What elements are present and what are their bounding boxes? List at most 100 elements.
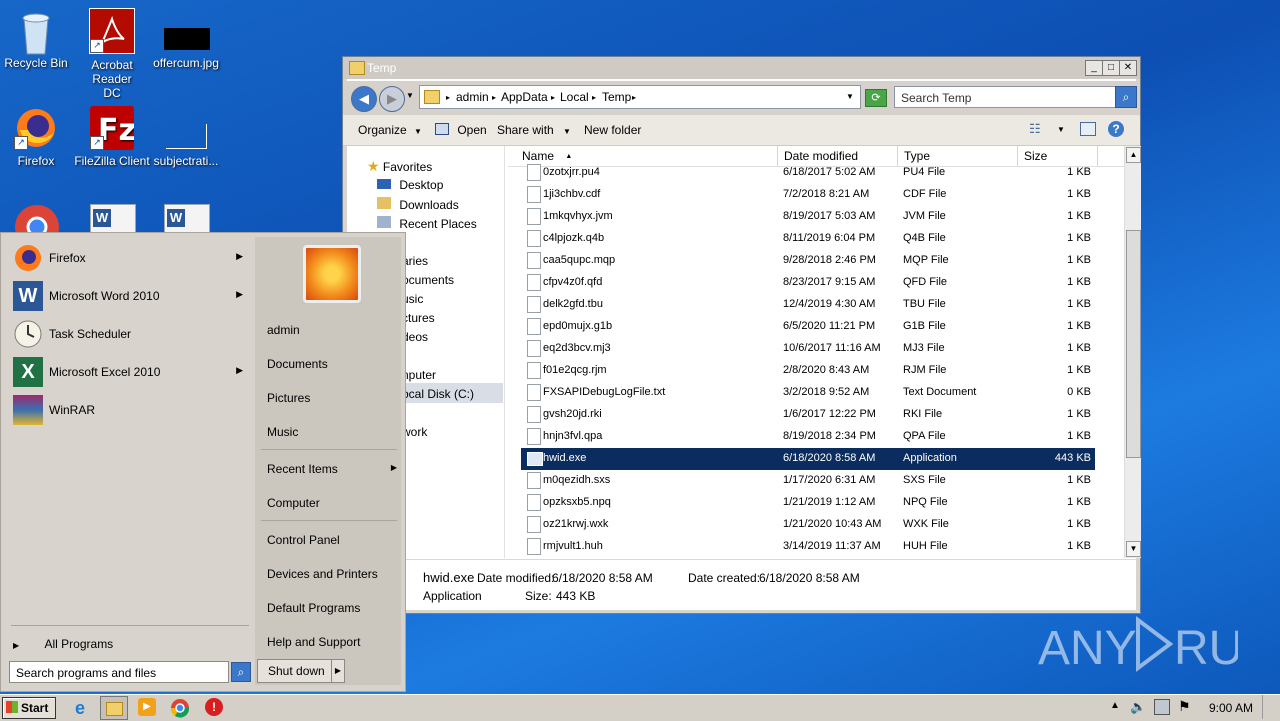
internet-explorer-icon[interactable]: e [70, 698, 90, 718]
start-link-recent-items[interactable]: Recent Items ▶ [267, 462, 397, 476]
all-programs-button[interactable]: ▶ All Programs [13, 637, 249, 655]
start-search-input[interactable]: Search programs and files [16, 666, 156, 680]
breadcrumb-appdata[interactable]: AppData [501, 90, 548, 104]
start-link-help-support[interactable]: Help and Support [267, 635, 360, 649]
maximize-button[interactable]: □ [1102, 60, 1120, 76]
nav-favorites[interactable]: ★ Favorites [367, 158, 432, 175]
submenu-arrow-icon[interactable]: ▶ [236, 289, 243, 300]
file-row[interactable]: hwid.exe 6/18/2020 8:58 AM Application 443 … [521, 448, 1095, 470]
program-task-scheduler[interactable]: Task Scheduler [11, 317, 251, 351]
start-link-pictures[interactable]: Pictures [267, 391, 310, 405]
file-row[interactable]: rmjvult1.huh 3/14/2019 11:37 AM HUH File 1 … [521, 536, 1095, 558]
refresh-button[interactable]: ⟳ [865, 89, 887, 107]
open-button[interactable]: Open [435, 123, 487, 137]
search-box[interactable]: Search Temp [894, 86, 1116, 108]
file-row[interactable]: 1ji3chbv.cdf 7/2/2018 8:21 AM CDF File 1 KB [521, 184, 1095, 206]
file-row[interactable]: m0qezidh.sxs 1/17/2020 6:31 AM SXS File 1 K… [521, 470, 1095, 492]
file-row[interactable]: 0zotxjrr.pu4 6/18/2017 5:02 AM PU4 File 1 K… [521, 162, 1095, 184]
view-options-chevron-icon[interactable]: ▼ [1057, 125, 1065, 134]
file-row[interactable]: oz21krwj.wxk 1/21/2020 10:43 AM WXK File 1 … [521, 514, 1095, 536]
start-link-computer[interactable]: Computer [267, 496, 320, 510]
scroll-up-icon[interactable]: ▲ [1126, 147, 1141, 163]
program-firefox[interactable]: Firefox ▶ [11, 241, 251, 275]
address-dropdown-icon[interactable]: ▼ [846, 92, 854, 101]
file-row[interactable]: c4lpjozk.q4b 8/11/2019 6:04 PM Q4B File 1 K… [521, 228, 1095, 250]
start-link-devices-printers[interactable]: Devices and Printers [267, 567, 378, 581]
action-center-flag-icon[interactable]: ⚑ [1178, 698, 1191, 715]
media-player-icon[interactable]: ▶ [138, 698, 156, 716]
breadcrumb-separator-icon[interactable]: ▸ [492, 93, 496, 102]
nav-downloads[interactable]: Downloads [377, 197, 459, 212]
back-button[interactable]: ◀ [351, 86, 377, 112]
desktop-icon-filezilla[interactable]: Fz ↗ FileZilla Client [72, 106, 152, 168]
file-row[interactable]: caa5qupc.mqp 9/28/2018 2:46 PM MQP File 1 K… [521, 250, 1095, 272]
start-link-music[interactable]: Music [267, 425, 298, 439]
preview-pane-icon[interactable] [1080, 122, 1096, 136]
desktop-icon-acrobat[interactable]: ↗ Acrobat Reader DC [72, 8, 152, 100]
stop-icon[interactable]: ! [205, 698, 223, 716]
nav-desktop[interactable]: Desktop [377, 178, 443, 192]
file-row[interactable]: epd0mujx.g1b 6/5/2020 11:21 PM G1B File 1 K… [521, 316, 1095, 338]
breadcrumb-admin[interactable]: admin [456, 90, 489, 104]
window-titlebar[interactable]: Temp _ □ ✕ [343, 57, 1140, 79]
start-link-default-programs[interactable]: Default Programs [267, 601, 360, 615]
breadcrumb-separator-icon[interactable]: ▸ [551, 93, 555, 102]
program-winrar[interactable]: WinRAR [11, 393, 251, 427]
file-row[interactable]: f01e2qcg.rjm 2/8/2020 8:43 AM RJM File 1 KB [521, 360, 1095, 382]
desktop-icon-recycle-bin[interactable]: Recycle Bin [0, 8, 76, 70]
chrome-taskbar-icon[interactable] [170, 698, 190, 721]
start-search-box[interactable]: Search programs and files [9, 661, 229, 683]
file-row[interactable]: delk2gfd.tbu 12/4/2019 4:30 AM TBU File 1 K… [521, 294, 1095, 316]
start-link-documents[interactable]: Documents [267, 357, 328, 371]
submenu-arrow-icon[interactable]: ▶ [236, 365, 243, 376]
nav-computer[interactable]: nputer [402, 368, 436, 382]
submenu-arrow-icon[interactable]: ▶ [236, 251, 243, 262]
volume-icon[interactable]: 🔈 [1130, 699, 1146, 715]
recent-pages-dropdown-icon[interactable]: ▼ [406, 91, 414, 100]
program-word[interactable]: W Microsoft Word 2010 ▶ [11, 279, 251, 313]
vertical-scrollbar[interactable]: ▲ ▼ [1124, 146, 1141, 558]
explorer-taskbar-button[interactable] [100, 696, 128, 720]
nav-local-disk[interactable]: ocal Disk (C:) [402, 387, 474, 401]
minimize-button[interactable]: _ [1085, 60, 1103, 76]
search-input[interactable]: Search Temp [901, 91, 971, 105]
file-row[interactable]: eq2d3bcv.mj3 10/6/2017 11:16 AM MJ3 File 1 … [521, 338, 1095, 360]
breadcrumb-local[interactable]: Local [560, 90, 589, 104]
file-row[interactable]: cfpv4z0f.qfd 8/23/2017 9:15 AM QFD File 1 K… [521, 272, 1095, 294]
shutdown-button[interactable]: Shut down [257, 659, 333, 683]
file-row[interactable]: opzksxb5.npq 1/21/2019 1:12 AM NPQ File 1 K… [521, 492, 1095, 514]
network-icon[interactable] [1154, 699, 1170, 715]
show-hidden-icons-icon[interactable]: ▲ [1110, 700, 1120, 711]
search-icon[interactable]: ⌕ [231, 662, 251, 682]
desktop-icon-firefox[interactable]: ↗ Firefox [0, 106, 76, 168]
change-view-icon[interactable]: ☷ [1029, 121, 1041, 137]
start-button[interactable]: Start [2, 697, 56, 719]
new-folder-button[interactable]: New folder [584, 123, 641, 137]
nav-recent-places[interactable]: Recent Places [377, 216, 477, 231]
address-bar[interactable]: ▸ admin ▸ AppData ▸ Local ▸ Temp ▸ ▼ [419, 85, 861, 109]
desktop-icon-subjectrati[interactable]: subjectrati... [146, 106, 226, 168]
shutdown-options-arrow-icon[interactable]: ▶ [331, 659, 345, 683]
help-icon[interactable]: ? [1108, 121, 1124, 137]
scroll-down-icon[interactable]: ▼ [1126, 541, 1141, 557]
breadcrumb-separator-icon[interactable]: ▸ [632, 93, 636, 102]
program-excel[interactable]: X Microsoft Excel 2010 ▶ [11, 355, 251, 389]
nav-documents[interactable]: ocuments [402, 273, 454, 287]
breadcrumb-separator-icon[interactable]: ▸ [592, 93, 596, 102]
start-link-control-panel[interactable]: Control Panel [267, 533, 340, 547]
clock[interactable]: 9:00 AM [1209, 701, 1253, 715]
nav-pictures[interactable]: ctures [402, 311, 435, 325]
file-row[interactable]: 1mkqvhyx.jvm 8/19/2017 5:03 AM JVM File 1 K… [521, 206, 1095, 228]
start-link-admin[interactable]: admin [267, 323, 300, 337]
breadcrumb-temp[interactable]: Temp [602, 90, 631, 104]
show-desktop-button[interactable] [1262, 695, 1279, 719]
scrollbar-thumb[interactable] [1126, 230, 1141, 458]
forward-button[interactable]: ▶ [379, 86, 405, 112]
organize-button[interactable]: Organize ▼ [358, 123, 422, 137]
file-row[interactable]: hnjn3fvl.qpa 8/19/2018 2:34 PM QPA File 1 K… [521, 426, 1095, 448]
search-icon[interactable]: ⌕ [1115, 86, 1137, 108]
file-row[interactable]: FXSAPIDebugLogFile.txt 3/2/2018 9:52 AM Te… [521, 382, 1095, 404]
user-picture[interactable] [303, 245, 361, 303]
close-button[interactable]: ✕ [1119, 60, 1137, 76]
file-row[interactable]: gvsh20jd.rki 1/6/2017 12:22 PM RKI File 1 K… [521, 404, 1095, 426]
